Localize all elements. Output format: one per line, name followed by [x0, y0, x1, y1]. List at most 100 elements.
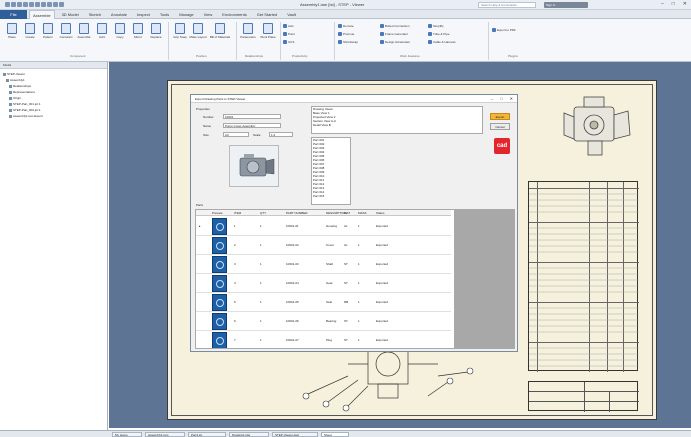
minimize-button[interactable]: –	[661, 1, 664, 7]
close-button[interactable]: ✕	[683, 1, 687, 7]
table-row[interactable]: ▸ 1 1 10001-01 Housing AL 1 Exported	[196, 217, 451, 236]
browser-node[interactable]: STEP-Viewer	[3, 72, 25, 76]
doc-tab[interactable]: Assembly1.iam	[145, 432, 185, 437]
table-row[interactable]: 4 1 10001-04 Gear ST 1 Exported	[196, 274, 451, 293]
demote-button[interactable]: Demote	[338, 24, 354, 28]
doc-tab[interactable]: My Home	[112, 432, 142, 437]
grid-column-header[interactable]: Preview	[212, 211, 223, 215]
create-button[interactable]: Create	[22, 23, 38, 39]
file-tab[interactable]: File	[0, 10, 27, 19]
undo-icon[interactable]	[29, 2, 34, 7]
point-button[interactable]: Point	[283, 32, 295, 36]
work-plane-button[interactable]: Work Plane	[260, 23, 276, 39]
tab-3d-model[interactable]: 3D Model	[59, 10, 82, 19]
replace-button[interactable]: Replace	[148, 23, 164, 39]
browser-node[interactable]: Assembly1.iam Export	[9, 114, 43, 118]
grid-column-header[interactable]: Status	[376, 211, 385, 215]
grid-scroll-area[interactable]	[454, 210, 514, 348]
export-button[interactable]: Export	[490, 113, 510, 120]
bolted-connection-button[interactable]: Bolted Connection	[380, 24, 410, 28]
drawing-views-list[interactable]: Drawing Views Base View 1 Projected View…	[311, 106, 483, 134]
browser-node[interactable]: STEP-Part_001.ipt:1	[9, 102, 41, 106]
table-row[interactable]: 3 1 10001-03 Shaft ST 1 Exported	[196, 255, 451, 274]
tab-get-started[interactable]: Get Started	[254, 10, 280, 19]
mirror-icon	[133, 23, 143, 34]
dialog-maximize-button[interactable]: □	[500, 96, 502, 101]
table-row[interactable]: 7 1 10001-07 Plug ST 1 Exported	[196, 331, 451, 348]
update-icon[interactable]	[53, 2, 58, 7]
export-pdf-button[interactable]: Export to PDF	[492, 28, 516, 32]
list-item[interactable]: Detail View B	[312, 123, 482, 127]
doc-tab[interactable]: STEP-Viewer.dwg	[272, 432, 318, 437]
assemble-button[interactable]: Assemble	[76, 23, 92, 39]
app-menu-icon[interactable]	[5, 2, 10, 7]
pattern-button[interactable]: Pattern	[40, 23, 56, 39]
promote-button[interactable]: Promote	[338, 32, 354, 36]
browser-node[interactable]: Representations	[9, 90, 35, 94]
constrain-button[interactable]: Constrain	[58, 23, 74, 39]
tab-assemble[interactable]: Assemble	[29, 10, 55, 19]
tube-pipe-button[interactable]: Tube & Pipe	[428, 32, 449, 36]
scale-label: Scale	[253, 133, 261, 137]
tab-view[interactable]: View	[201, 10, 216, 19]
sign-in-button[interactable]: Sign In	[544, 2, 588, 8]
browser-node[interactable]: Assembly1	[6, 78, 25, 82]
browser-node[interactable]: Relationships	[9, 84, 31, 88]
redo-icon[interactable]	[35, 2, 40, 7]
table-row[interactable]: 2 1 10001-02 Cover AL 1 Exported	[196, 236, 451, 255]
tab-tools[interactable]: Tools	[157, 10, 172, 19]
doc-tab[interactable]: Part1.ipt	[188, 432, 226, 437]
table-row[interactable]: 6 1 10001-06 Bearing ST 1 Exported	[196, 312, 451, 331]
open-icon[interactable]	[17, 2, 22, 7]
cancel-button[interactable]: Cancel	[490, 123, 510, 130]
doc-tab[interactable]: Drawing1.idw	[229, 432, 269, 437]
joint-button[interactable]: Joint	[94, 23, 110, 39]
simplify-button[interactable]: Simplify	[428, 24, 444, 28]
browser-title: Model	[0, 62, 107, 69]
ucs-button[interactable]: UCS	[283, 40, 294, 44]
shrinkwrap-button[interactable]: Shrinkwrap	[338, 40, 358, 44]
mirror-button[interactable]: Mirror	[130, 23, 146, 39]
browser-node[interactable]: STEP-Part_002.ipt:1	[9, 108, 41, 112]
dialog-minimize-button[interactable]: –	[491, 96, 493, 101]
axis-button[interactable]: Axis	[283, 24, 294, 28]
tab-annotate[interactable]: Annotate	[108, 10, 130, 19]
tab-inspect[interactable]: Inspect	[134, 10, 153, 19]
grid-column-header[interactable]: MAT	[344, 211, 350, 215]
work-plane-icon	[263, 23, 273, 34]
grid-column-header[interactable]: ITEM	[234, 211, 241, 215]
dialog-close-button[interactable]: ✕	[510, 96, 513, 101]
size-field[interactable]: A3	[223, 132, 249, 137]
grid-column-header[interactable]: PART NUMBER	[286, 211, 308, 215]
scale-field[interactable]: 1:2	[269, 132, 293, 137]
select-icon[interactable]	[59, 2, 64, 7]
copy-button[interactable]: Copy	[112, 23, 128, 39]
doc-tab-active[interactable]: Sheet	[321, 432, 349, 437]
make-layout-button[interactable]: Make Layout	[189, 23, 207, 39]
save-icon[interactable]	[23, 2, 28, 7]
place-button[interactable]: Place	[4, 23, 20, 39]
tab-sketch[interactable]: Sketch	[86, 10, 104, 19]
number-field[interactable]: 10001	[223, 114, 281, 119]
print-icon[interactable]	[47, 2, 52, 7]
grip-snap-button[interactable]: Grip Snap	[172, 23, 188, 39]
grid-column-header[interactable]: QTY	[260, 211, 266, 215]
maximize-button[interactable]: □	[672, 1, 675, 7]
help-search-input[interactable]: Search Help & Commands...	[478, 2, 536, 8]
list-item[interactable]: Part 015	[312, 194, 350, 198]
home-icon[interactable]	[41, 2, 46, 7]
tab-manage[interactable]: Manage	[176, 10, 196, 19]
tab-vault[interactable]: Vault	[284, 10, 299, 19]
parameters-button[interactable]: Parameters	[240, 23, 256, 39]
parts-list[interactable]: Part 001 Part 002 Part 003 Part 004 Part…	[311, 137, 351, 205]
new-icon[interactable]	[11, 2, 16, 7]
cable-harness-button[interactable]: Cable & Harness	[428, 40, 456, 44]
table-row[interactable]: 5 1 10001-05 Seal RB 1 Exported	[196, 293, 451, 312]
frame-generator-button[interactable]: Frame Generator	[380, 32, 408, 36]
grid-column-header[interactable]: MASS	[358, 211, 367, 215]
browser-node[interactable]: Origin	[9, 96, 21, 100]
bom-button[interactable]: Bill of Materials	[210, 23, 230, 39]
design-accelerator-button[interactable]: Design Accelerator	[380, 40, 410, 44]
name-field[interactable]: Pump Cover Assembly	[223, 123, 281, 128]
tab-environments[interactable]: Environments	[219, 10, 249, 19]
